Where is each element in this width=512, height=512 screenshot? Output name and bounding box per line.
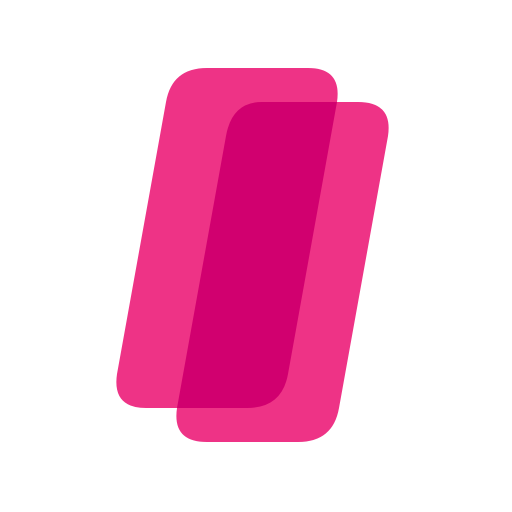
logo-icon <box>116 68 389 442</box>
app-icon-canvas <box>0 0 512 512</box>
